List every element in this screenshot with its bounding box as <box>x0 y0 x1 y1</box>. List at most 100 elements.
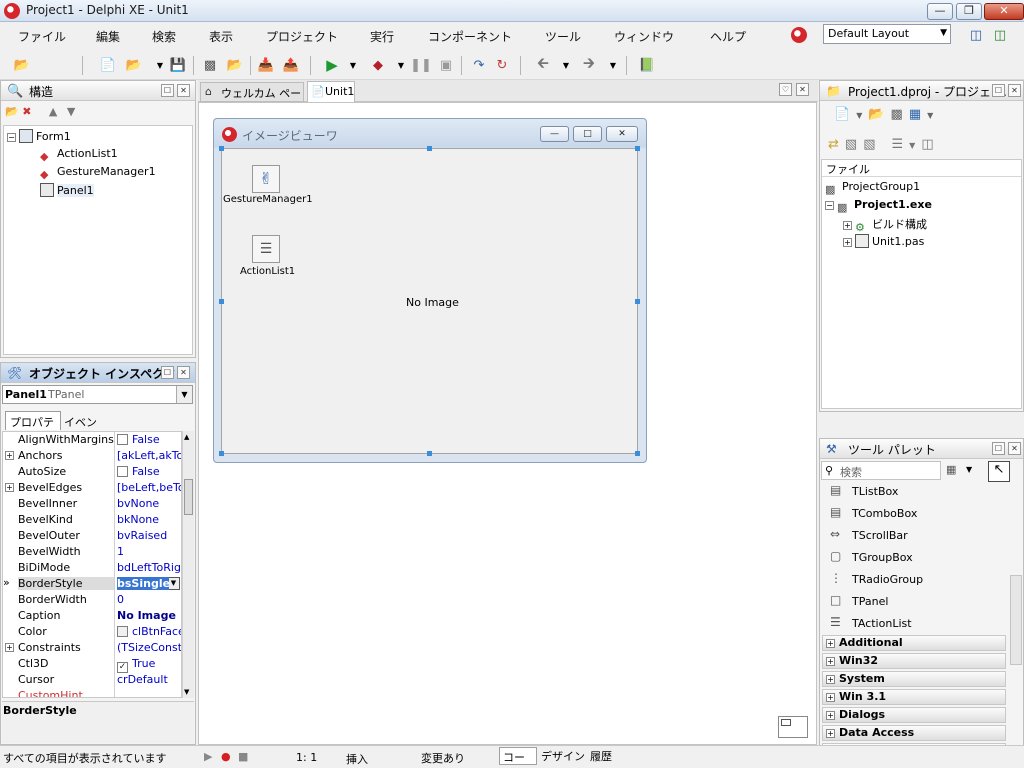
open-dropdown-icon[interactable]: ▼ <box>150 55 170 75</box>
list-view-icon[interactable]: ☰ <box>892 137 910 152</box>
build-icon[interactable]: ◫ <box>921 137 939 152</box>
new-project-icon[interactable]: 📄 <box>834 107 856 122</box>
property-row[interactable]: BevelOuter bvRaised <box>3 528 181 544</box>
property-value[interactable]: crDefault <box>117 673 181 686</box>
property-row[interactable]: Ctl3D ✓ True <box>3 656 181 673</box>
stop-macro-icon[interactable]: ■ <box>238 750 248 763</box>
checkbox-icon[interactable] <box>117 466 128 477</box>
menu-file[interactable]: ファイル <box>18 28 66 45</box>
property-value[interactable]: [beLeft,beTo <box>117 481 181 494</box>
run-icon[interactable]: ▶ <box>322 55 342 75</box>
property-value[interactable]: (TSizeConstra <box>117 641 181 654</box>
remove-from-project-icon[interactable]: 📤 <box>281 55 301 75</box>
expand-icon[interactable]: + <box>5 483 14 492</box>
property-row[interactable]: AlignWithMargins False <box>3 432 181 448</box>
object-selector[interactable]: Panel1 TPanel ▼ <box>2 385 193 404</box>
save-all-icon[interactable]: ▩ <box>200 55 220 75</box>
chevron-down-icon[interactable]: ▼ <box>966 465 972 474</box>
resize-handle[interactable] <box>635 451 640 456</box>
menu-view[interactable]: 表示 <box>209 28 233 45</box>
property-value[interactable]: No Image <box>117 609 181 622</box>
palette-category[interactable]: + Win32 <box>822 653 1006 669</box>
tree-item-actionlist1[interactable]: ◆ ActionList1 <box>40 147 118 164</box>
property-value[interactable]: bkNone <box>117 513 181 526</box>
tab-events[interactable]: イベント <box>61 413 107 445</box>
chevron-down-icon[interactable]: ▼ <box>856 111 868 120</box>
add-icon[interactable]: 📂 <box>868 107 890 122</box>
maximize-button[interactable]: ❐ <box>956 3 982 20</box>
property-row[interactable]: BorderWidth 0 <box>3 592 181 608</box>
property-row[interactable]: BevelInner bvNone <box>3 496 181 512</box>
close-panel-icon[interactable]: ✕ <box>1008 84 1021 97</box>
remove-icon[interactable]: ▩ <box>891 107 909 122</box>
property-value[interactable]: 1 <box>117 545 181 558</box>
tab-welcome-page[interactable]: ⌂ ウェルカム ページ <box>200 82 304 116</box>
property-value[interactable]: bdLeftToRigh <box>117 561 181 574</box>
tree-item-project1-exe[interactable]: − ▩ Project1.exe <box>825 198 932 215</box>
close-panel-icon[interactable]: ✕ <box>177 366 190 379</box>
palette-item[interactable]: ▤ TComboBox <box>826 503 1016 523</box>
pin-icon[interactable]: ☐ <box>161 366 174 379</box>
property-row[interactable]: Color clBtnFace <box>3 624 181 640</box>
run-without-debug-icon[interactable]: ◆ <box>368 55 388 75</box>
resize-handle[interactable] <box>427 146 432 151</box>
minimize-button[interactable]: — <box>927 3 953 20</box>
menu-run[interactable]: 実行 <box>370 28 394 45</box>
property-value[interactable]: bvNone <box>117 497 181 510</box>
checkbox-icon[interactable] <box>117 434 128 445</box>
menu-project[interactable]: プロジェクト <box>266 28 338 45</box>
new-icon[interactable]: 📂 <box>5 105 19 118</box>
pin-icon[interactable]: ☐ <box>992 84 1005 97</box>
pointer-tool-icon[interactable]: ↖ <box>988 461 1010 482</box>
save-desktop-icon[interactable]: ◫ <box>966 25 986 45</box>
move-up-icon[interactable]: ▲ <box>49 105 57 118</box>
property-row[interactable]: CustomHint <box>3 688 181 697</box>
move-down-icon[interactable]: ▼ <box>67 105 75 118</box>
resize-handle[interactable] <box>219 299 224 304</box>
expand-icon[interactable]: + <box>843 238 852 247</box>
resize-handle[interactable] <box>635 299 640 304</box>
palette-item[interactable]: ⇔ TScrollBar <box>826 525 1016 545</box>
resize-handle[interactable] <box>427 451 432 456</box>
menu-tools[interactable]: ツール <box>545 28 581 45</box>
expand-icon[interactable]: + <box>843 221 852 230</box>
expand-icon[interactable]: + <box>826 711 835 720</box>
stop-icon[interactable]: ▣ <box>436 55 456 75</box>
tab-properties[interactable]: プロパティ <box>5 411 61 445</box>
chevron-down-icon[interactable]: ▼ <box>927 111 939 120</box>
property-value[interactable]: clBtnFace <box>117 625 181 638</box>
tree-item-build-config[interactable]: + ⚙ ビルド構成 <box>843 216 927 235</box>
project-column-header[interactable]: ファイル <box>822 160 1021 177</box>
form-minimize-button[interactable]: — <box>540 126 569 142</box>
back-icon[interactable]: 🡰 <box>533 54 553 75</box>
run-dropdown-icon[interactable]: ▼ <box>343 55 363 75</box>
chevron-down-icon[interactable]: ▼ <box>176 386 192 403</box>
expand-icon[interactable]: + <box>5 451 14 460</box>
palette-item[interactable]: ▢ TGroupBox <box>826 547 1016 567</box>
tree-item-panel1[interactable]: Panel1 <box>40 183 94 197</box>
tree-item-gesturemanager1[interactable]: ◆ GestureManager1 <box>40 165 156 182</box>
view-icon[interactable]: ▦ <box>909 107 927 122</box>
new-item-icon[interactable]: 📄 <box>98 55 118 75</box>
expand-icon[interactable]: ▧ <box>845 137 863 152</box>
property-value[interactable]: bsSingle <box>117 577 169 590</box>
resize-handle[interactable] <box>219 146 224 151</box>
close-tab-icon[interactable]: ✕ <box>796 83 809 96</box>
step-into-icon[interactable]: ↷ <box>469 55 489 75</box>
collapse-icon[interactable]: − <box>825 201 834 210</box>
expand-icon[interactable]: + <box>5 643 14 652</box>
help-delphi-icon[interactable] <box>791 27 807 43</box>
panel1-component[interactable]: No Image ✌ GestureManager1 ☰ ActionList1 <box>219 146 640 456</box>
palette-item[interactable]: ⋮ TRadioGroup <box>826 569 1016 589</box>
collapse-icon[interactable]: − <box>7 133 16 142</box>
forward-icon[interactable]: 🡲 <box>579 54 599 75</box>
menu-edit[interactable]: 編集 <box>96 28 120 45</box>
expand-icon[interactable]: + <box>826 693 835 702</box>
palette-category[interactable]: + Additional <box>822 635 1006 651</box>
tree-item-unit1-pas[interactable]: + Unit1.pas <box>843 234 924 248</box>
palette-category[interactable]: + System <box>822 671 1006 687</box>
back-dropdown-icon[interactable]: ▼ <box>556 55 576 75</box>
chevron-down-icon[interactable]: ▼ <box>909 141 921 150</box>
tab-list-icon[interactable]: ♡ <box>779 83 792 96</box>
palette-category[interactable]: + Dialogs <box>822 707 1006 723</box>
